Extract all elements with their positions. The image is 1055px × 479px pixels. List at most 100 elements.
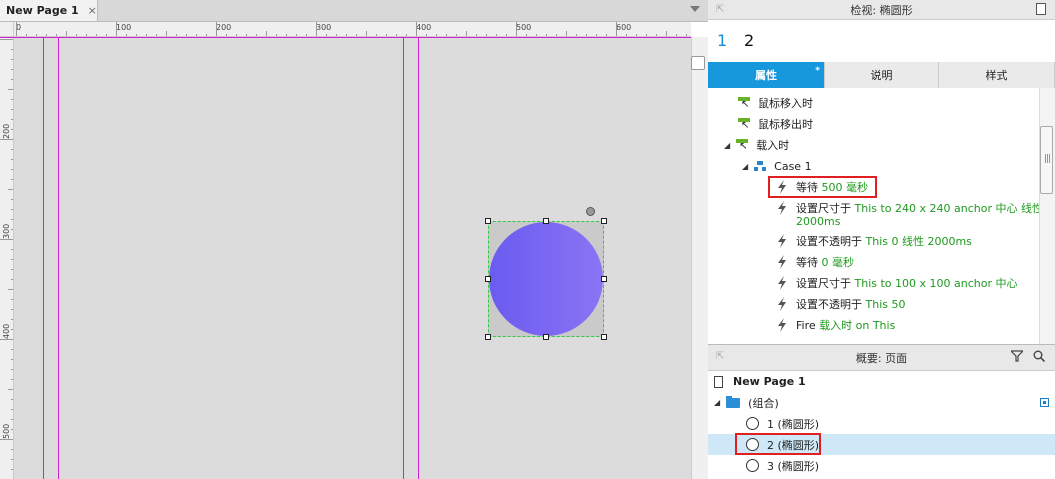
overview-title: 概要: 页面 — [855, 352, 908, 365]
case-1[interactable]: ◢ Case 1 — [742, 156, 812, 176]
action-detail-wrap: 2000ms — [796, 214, 841, 228]
resize-handle[interactable] — [601, 334, 607, 340]
tab-label: 属性 — [755, 69, 777, 82]
lightning-icon — [778, 318, 786, 332]
inspector-title: 检视: 椭圆形 — [850, 4, 913, 17]
resize-handle[interactable] — [543, 334, 549, 340]
guide-line[interactable] — [418, 37, 419, 479]
ruler-tick — [316, 22, 317, 36]
tree-item-label: New Page 1 — [733, 375, 806, 388]
action-item[interactable]: 等待 0 毫秒 — [776, 252, 854, 272]
event-label: 载入时 — [756, 139, 790, 152]
ruler-tick — [516, 22, 517, 36]
resize-handle[interactable] — [601, 218, 607, 224]
ellipse-widget[interactable] — [489, 222, 603, 336]
ruler-label: 200 — [2, 123, 11, 139]
tab-notes[interactable]: 说明 — [825, 62, 939, 88]
action-label: 等待 — [796, 256, 818, 269]
ellipse-icon — [746, 459, 759, 472]
ruler-tick — [0, 239, 13, 240]
search-icon[interactable] — [1033, 350, 1045, 362]
tab-label: New Page 1 — [6, 4, 79, 17]
rotation-handle[interactable] — [586, 207, 595, 216]
ruler-tick — [0, 139, 13, 140]
resize-handle[interactable] — [485, 334, 491, 340]
event-onmouseout[interactable]: ↖ 鼠标移出时 — [738, 114, 813, 134]
tree-item-label: 3 (椭圆形) — [767, 459, 820, 473]
ruler-corner — [0, 22, 14, 37]
ruler-label: 300 — [2, 223, 11, 239]
tree-item-group[interactable]: ◢ (组合) — [708, 392, 1055, 413]
ruler-tick — [116, 22, 117, 36]
action-detail: 0 毫秒 — [821, 256, 855, 269]
expand-arrow-icon[interactable]: ◢ — [742, 162, 748, 171]
canvas-scrollbar-thumb[interactable] — [691, 56, 705, 70]
widget-name-row — [708, 20, 1055, 62]
lightning-icon — [778, 255, 786, 269]
ellipse-icon — [746, 417, 759, 430]
ruler-tick — [0, 39, 13, 40]
ruler-tick — [416, 22, 417, 36]
dropdown-arrow-icon[interactable] — [690, 6, 700, 12]
resize-handle[interactable] — [543, 218, 549, 224]
resize-handle[interactable] — [601, 276, 607, 282]
action-detail: This 50 — [865, 297, 906, 311]
page-icon[interactable] — [1036, 3, 1046, 15]
event-onmouseenter[interactable]: ↖ 鼠标移入时 — [738, 93, 813, 113]
tree-item-ellipse-3[interactable]: 3 (椭圆形) — [708, 455, 1055, 476]
page-icon — [714, 375, 723, 388]
widget-name-field[interactable]: 2 — [744, 31, 754, 50]
action-item[interactable]: Fire 载入时 on This — [776, 315, 895, 335]
resize-handle[interactable] — [485, 218, 491, 224]
resize-handle[interactable] — [485, 276, 491, 282]
lightning-icon — [778, 234, 786, 248]
tab-properties[interactable]: 属性 * — [708, 62, 825, 88]
action-label: Fire — [796, 318, 816, 332]
ruler-label: 400 — [416, 23, 432, 32]
canvas-scrollbar[interactable] — [691, 37, 708, 479]
tree-item-ellipse-1[interactable]: 1 (椭圆形) — [708, 413, 1055, 434]
action-detail: This 0 线性 2000ms — [865, 235, 972, 248]
ruler-label: 100 — [116, 23, 132, 32]
guide-line[interactable] — [403, 37, 404, 479]
highlight-box — [735, 433, 821, 455]
tree-item-label: (组合) — [748, 396, 779, 410]
ruler-label: 600 — [616, 23, 632, 32]
expand-arrow-icon[interactable]: ◢ — [714, 398, 720, 407]
lightning-icon — [778, 201, 786, 215]
vertical-ruler[interactable]: 200 300 400 500 — [0, 37, 14, 479]
event-onload[interactable]: ◢ ↖ 载入时 — [724, 135, 789, 155]
ruler-label: 500 — [2, 423, 11, 439]
horizontal-ruler[interactable]: 0 100 200 300 400 500 600 — [14, 22, 691, 37]
checkbox-icon[interactable] — [1040, 398, 1049, 407]
tab-label: 说明 — [870, 69, 893, 82]
tree-item-page[interactable]: New Page 1 — [708, 371, 1055, 392]
ruler-label: 400 — [2, 323, 11, 339]
filter-icon[interactable] — [1011, 350, 1023, 362]
ruler-tick — [16, 22, 17, 36]
expand-arrow-icon[interactable]: ◢ — [724, 141, 730, 150]
tab-style[interactable]: 样式 — [939, 62, 1055, 88]
action-detail: 载入时 on This — [819, 319, 896, 332]
modified-marker: * — [815, 66, 820, 76]
action-item[interactable]: 设置不透明于 This 50 — [776, 294, 905, 314]
guide-line[interactable] — [58, 37, 59, 479]
ruler-tick — [0, 439, 13, 440]
event-label: 鼠标移入时 — [758, 97, 813, 110]
action-label: 设置不透明于 — [796, 298, 862, 311]
tab-label: 样式 — [985, 69, 1008, 82]
ruler-label: 300 — [316, 23, 332, 32]
document-tab-bar — [0, 0, 708, 22]
guide-line[interactable] — [43, 37, 44, 479]
close-icon[interactable]: × — [88, 4, 97, 17]
ruler-label: 500 — [516, 23, 532, 32]
action-item[interactable]: 设置不透明于 This 0 线性 2000ms — [776, 231, 972, 251]
action-item[interactable]: 设置尺寸于 This to 100 x 100 anchor 中心 — [776, 273, 1018, 293]
event-icon: ↖ — [736, 139, 749, 152]
ruler-label: 200 — [216, 23, 232, 32]
event-icon: ↖ — [738, 97, 750, 110]
event-label: 鼠标移出时 — [758, 118, 813, 131]
tab-new-page-1[interactable]: New Page 1 × — [0, 0, 98, 21]
guide-line-horizontal[interactable] — [0, 37, 691, 38]
interactions-scrollbar-thumb[interactable]: ||| — [1040, 126, 1053, 194]
